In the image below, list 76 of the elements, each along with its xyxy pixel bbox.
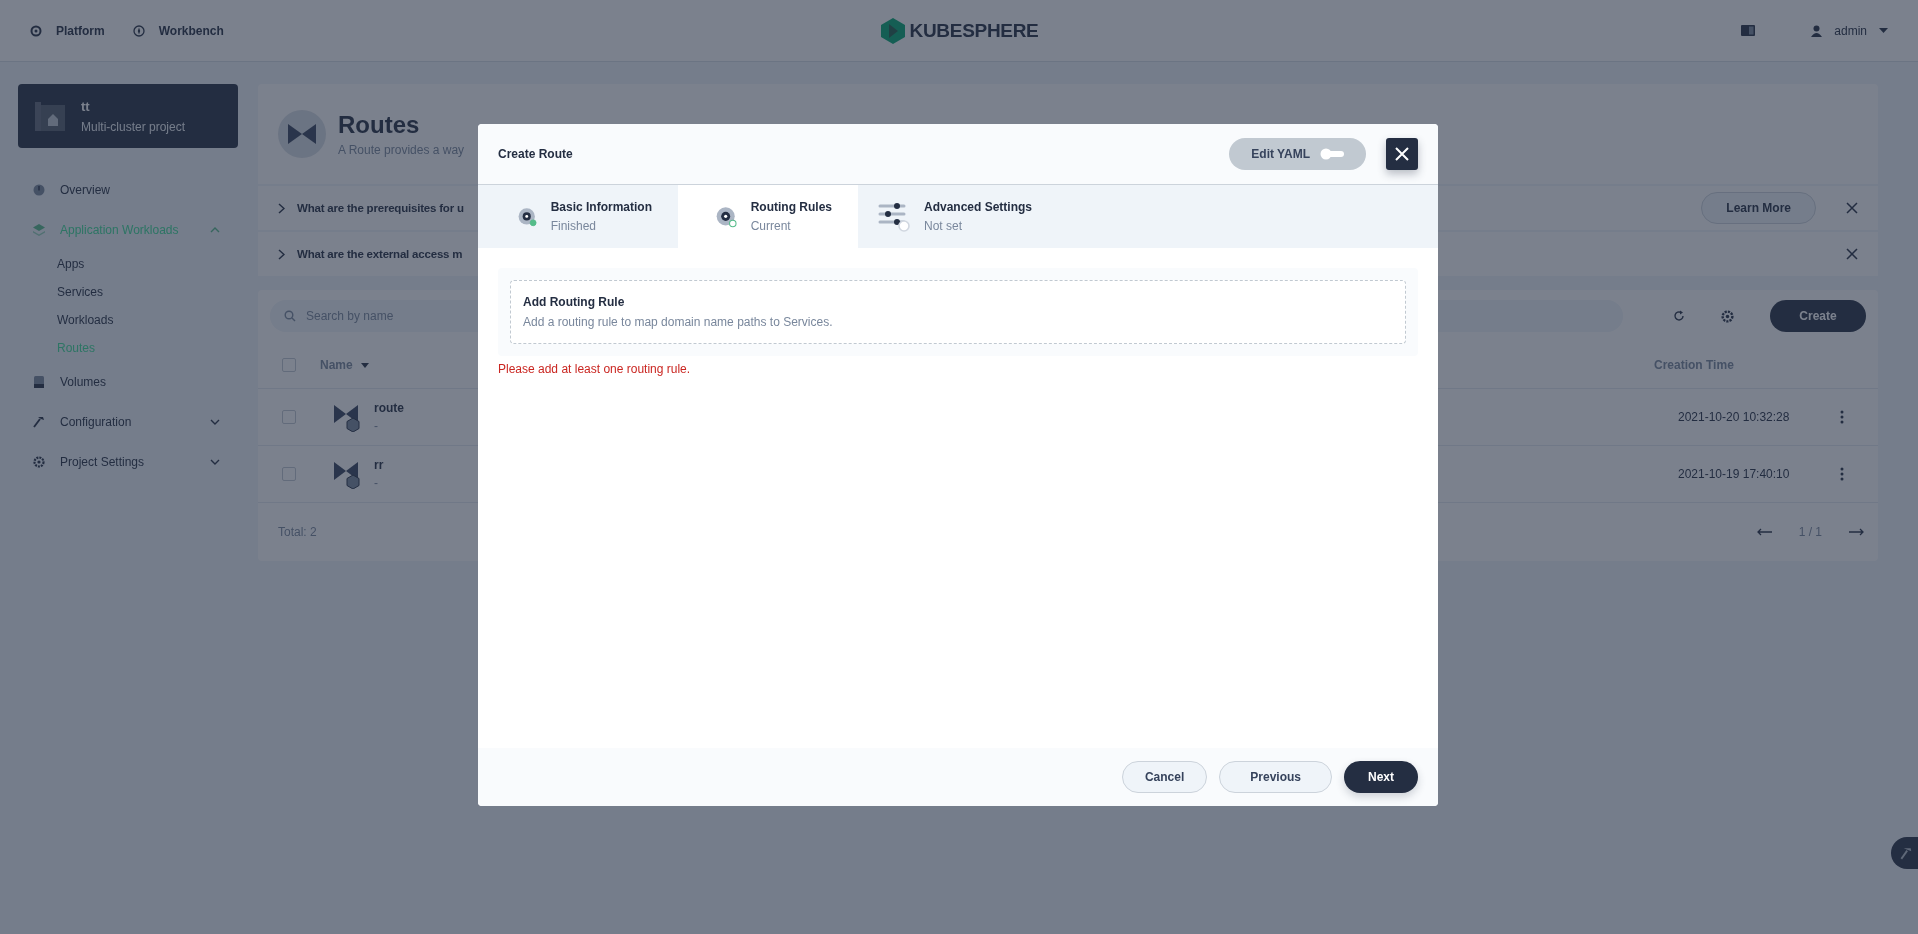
more-icon[interactable] [1840, 410, 1844, 424]
sort-icon [360, 362, 369, 368]
step-tab[interactable]: Basic Information Finished [478, 185, 678, 248]
hammer-icon [1899, 846, 1913, 860]
card-description: Add a routing rule to map domain name paths to Services. [523, 315, 834, 329]
arrow-left-icon[interactable] [1756, 528, 1773, 536]
logo-icon [879, 16, 906, 45]
arrow-right-icon[interactable] [1848, 528, 1864, 536]
top-nav-link[interactable]: Workbench [132, 23, 224, 38]
chevron-icon [278, 202, 285, 214]
hammer-icon [33, 416, 45, 428]
nav-subitem[interactable]: Apps [18, 250, 238, 278]
user-icon [1811, 24, 1823, 37]
step-status: Finished [550, 219, 597, 233]
card-title: Add Routing Rule [523, 295, 626, 309]
route-name[interactable]: rr [374, 458, 384, 472]
close-icon [1395, 147, 1409, 161]
route-subtitle: - [374, 419, 379, 433]
create-button[interactable]: Create [1770, 300, 1866, 332]
caret-icon [1879, 28, 1888, 33]
logo[interactable]: KUBESPHERE [879, 16, 1039, 45]
chevron-icon [278, 248, 285, 260]
close-button[interactable] [1386, 138, 1418, 170]
nav-item[interactable]: Configuration [18, 402, 238, 442]
step-status: Current [750, 219, 792, 233]
route-subtitle: - [374, 476, 379, 490]
nav-item[interactable]: Project Settings [18, 442, 238, 482]
step-title: Advanced Settings [924, 200, 1033, 214]
gauge-icon [33, 184, 45, 196]
nav-subitem[interactable]: Services [18, 278, 238, 306]
checkbox[interactable] [282, 467, 296, 481]
project-icon [35, 101, 65, 131]
nav-item[interactable]: Volumes [18, 362, 238, 402]
nav-item[interactable]: Overview [18, 170, 238, 210]
search-icon [284, 310, 296, 322]
route-icon [332, 459, 362, 489]
learn-more-button[interactable]: Learn More [1701, 192, 1816, 224]
step-status: Not set [924, 219, 963, 233]
dialog-title: Create Route [498, 147, 573, 161]
user-menu[interactable]: admin [1811, 23, 1888, 38]
table-cell-text: 2021-10-19 17:40:10 [1678, 467, 1791, 481]
route-icon [278, 110, 326, 158]
route-icon [332, 402, 362, 432]
add-routing-rule-card[interactable]: Add Routing Rule Add a routing rule to map domain name paths to Services. [510, 280, 1406, 344]
top-nav-link[interactable]: Platform [30, 23, 105, 38]
compass-icon [132, 24, 145, 37]
project-name: tt [81, 98, 91, 114]
more-icon[interactable] [1840, 467, 1844, 481]
checkbox[interactable] [282, 358, 296, 372]
edit-yaml-toggle[interactable]: Edit YAML [1229, 138, 1366, 170]
project-type: Multi-cluster project [81, 119, 186, 134]
banner-question: What are the prerequisites for u [297, 202, 464, 214]
panel-icon[interactable] [1741, 25, 1756, 36]
gear-icon [33, 456, 45, 468]
close-icon[interactable] [1846, 248, 1858, 260]
step-tab[interactable]: Routing Rules Current [678, 185, 858, 248]
project-card[interactable]: tt Multi-cluster project [18, 84, 238, 148]
route-name[interactable]: route [374, 401, 404, 415]
checkbox[interactable] [282, 410, 296, 424]
gear-icon[interactable] [1721, 309, 1734, 323]
toggle-switch-icon [1320, 148, 1346, 160]
gear-icon [30, 24, 42, 37]
footer-button[interactable]: Previous [1219, 761, 1332, 793]
table-cell-text: 2021-10-20 10:32:28 [1678, 410, 1791, 424]
sliders-icon [878, 200, 910, 233]
refresh-icon[interactable] [1673, 310, 1685, 322]
footer-button[interactable]: Next [1344, 761, 1418, 793]
nav-subitem[interactable]: Workloads [18, 306, 238, 334]
page-title: Routes [338, 111, 421, 139]
close-icon[interactable] [1846, 202, 1858, 214]
footer-button[interactable]: Cancel [1121, 761, 1208, 793]
banner-question: What are the external access m [297, 248, 463, 260]
step-title: Routing Rules [750, 200, 832, 214]
step-tab[interactable]: Advanced Settings Not set [858, 185, 1098, 248]
step-title: Basic Information [550, 200, 652, 214]
error-message: Please add at least one routing rule. [498, 362, 692, 376]
